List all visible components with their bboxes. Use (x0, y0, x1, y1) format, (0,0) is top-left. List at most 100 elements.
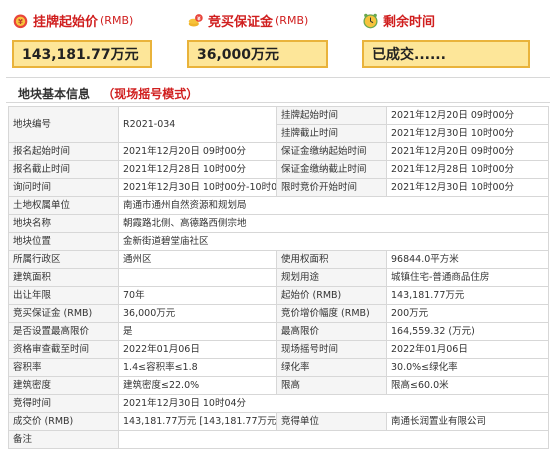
start-price-value-box: 143,181.77万元 (12, 40, 152, 68)
row-label: 竞买保证金 (RMB) (8, 304, 119, 323)
svg-text:¥: ¥ (197, 16, 201, 22)
row-label: 出让年限 (8, 286, 119, 305)
deposit-value: 36,000万元 (197, 47, 280, 63)
table-row: 建筑密度 建筑密度≤22.0% 限高 限高≤60.0米 (8, 376, 549, 395)
table-row: 资格审查截至时间 2022年01月06日 现场摇号时间 2022年01月06日 (8, 340, 549, 359)
row-value: 200万元 (386, 304, 549, 323)
price-header: ¥ 挂牌起始价 (RMB) 143,181.77万元 ¥ 竞买保证金 (RMB)… (0, 0, 556, 80)
row-label: 询问时间 (8, 178, 119, 197)
table-row: 备注 (8, 430, 549, 449)
row-label: 报名起始时间 (8, 142, 119, 161)
row-label: 地块位置 (8, 232, 119, 251)
remaining-value-box: 已成交...... (362, 40, 530, 68)
row-value: 2022年01月06日 (386, 340, 549, 359)
row-label: 土地权属单位 (8, 196, 119, 215)
row-value: 2021年12月30日 10时00分 (386, 178, 549, 197)
parcel-info-table: 地块编号 R2021-034 挂牌起始时间 2021年12月20日 09时00分… (8, 106, 549, 449)
row-label: 限高 (276, 376, 387, 395)
row-value: 2021年12月20日 09时00分 (118, 142, 277, 161)
row-value: 2021年12月30日 10时04分 (118, 394, 549, 413)
row-label: 使用权面积 (276, 250, 387, 269)
section-mode: （现场摇号模式） (102, 87, 199, 101)
table-row: 竞买保证金 (RMB) 36,000万元 竞价增价幅度 (RMB) 200万元 (8, 304, 549, 323)
row-label: 绿化率 (276, 358, 387, 377)
table-row: 地块名称 朝霞路北侧、高德路西侧宗地 (8, 214, 549, 233)
row-label: 挂牌起始时间 (276, 106, 387, 125)
table-row: 所属行政区 通州区 使用权面积 96844.0平方米 (8, 250, 549, 269)
row-label: 现场摇号时间 (276, 340, 387, 359)
remaining-label: 剩余时间 (383, 14, 436, 30)
row-label: 成交价 (RMB) (8, 412, 119, 431)
row-value: 城镇住宅-普通商品住房 (386, 268, 549, 287)
table-row: 土地权属单位 南通市通州自然资源和规划局 (8, 196, 549, 215)
money-bag-icon: ¥ (13, 14, 28, 28)
row-value (118, 268, 277, 287)
table-row: 成交价 (RMB) 143,181.77万元 [143,181.77万元] 竞得… (8, 412, 549, 431)
row-label: 所属行政区 (8, 250, 119, 269)
svg-text:¥: ¥ (18, 17, 23, 25)
row-label: 是否设置最高限价 (8, 322, 119, 341)
row-value: 朝霞路北侧、高德路西侧宗地 (118, 214, 549, 233)
start-price-value: 143,181.77万元 (22, 47, 139, 63)
table-row: 地块编号 R2021-034 挂牌起始时间 2021年12月20日 09时00分 (8, 106, 549, 143)
row-label: 挂牌截止时间 (276, 124, 387, 143)
table-row: 竞得时间 2021年12月30日 10时04分 (8, 394, 549, 413)
row-value: 南通长润置业有限公司 (386, 412, 549, 431)
row-value: 是 (118, 322, 277, 341)
row-label: 报名截止时间 (8, 160, 119, 179)
table-row: 建筑面积 规划用途 城镇住宅-普通商品住房 (8, 268, 549, 287)
row-value (118, 430, 549, 449)
row-label: 限时竞价开始时间 (276, 178, 387, 197)
row-value: 2021年12月28日 10时00分 (118, 160, 277, 179)
row-label: 最高限价 (276, 322, 387, 341)
divider (6, 77, 550, 78)
row-label: 建筑密度 (8, 376, 119, 395)
row-value: 70年 (118, 286, 277, 305)
row-label: 备注 (8, 430, 119, 449)
row-value: 2021年12月30日 10时00分 (386, 124, 549, 143)
row-value: 金新街道碧堂庙社区 (118, 232, 549, 251)
coins-icon: ¥ (188, 13, 203, 26)
row-label: 竞价增价幅度 (RMB) (276, 304, 387, 323)
table-row: 容积率 1.4≤容积率≤1.8 绿化率 30.0%≤绿化率 (8, 358, 549, 377)
row-label: 地块编号 (8, 106, 119, 143)
row-label: 竞得时间 (8, 394, 119, 413)
row-value: 1.4≤容积率≤1.8 (118, 358, 277, 377)
row-label: 起始价 (RMB) (276, 286, 387, 305)
deposit-title: ¥ 竞买保证金 (RMB) (187, 10, 308, 30)
divider (6, 102, 550, 103)
row-value: 143,181.77万元 [143,181.77万元] (118, 412, 277, 431)
row-value: 限高≤60.0米 (386, 376, 549, 395)
table-row: 地块位置 金新街道碧堂庙社区 (8, 232, 549, 251)
row-value: 2021年12月20日 09时00分 (386, 142, 549, 161)
start-price-label: 挂牌起始价 (33, 14, 99, 30)
deposit-value-box: 36,000万元 (187, 40, 328, 68)
deposit-unit: (RMB) (275, 13, 309, 27)
table-row: 报名起始时间 2021年12月20日 09时00分 保证金缴纳起始时间 2021… (8, 142, 549, 161)
row-value: 建筑密度≤22.0% (118, 376, 277, 395)
table-row: 出让年限 70年 起始价 (RMB) 143,181.77万元 (8, 286, 549, 305)
section-title-text: 地块基本信息 (18, 87, 91, 101)
deposit-label: 竞买保证金 (208, 14, 274, 30)
row-value: 2021年12月20日 09时00分 (386, 106, 549, 125)
remaining-title: 剩余时间 (362, 10, 435, 30)
row-value: 96844.0平方米 (386, 250, 549, 269)
row-label: 地块名称 (8, 214, 119, 233)
row-value: 2022年01月06日 (118, 340, 277, 359)
row-label: 保证金缴纳起始时间 (276, 142, 387, 161)
row-value: 164,559.32 (万元) (386, 322, 549, 341)
row-value: 通州区 (118, 250, 277, 269)
row-value: 2021年12月30日 10时00分-10时00分 (118, 178, 277, 197)
row-value: 南通市通州自然资源和规划局 (118, 196, 549, 215)
remaining-value: 已成交...... (372, 47, 446, 63)
row-label: 规划用途 (276, 268, 387, 287)
row-label: 竞得单位 (276, 412, 387, 431)
row-value: 36,000万元 (118, 304, 277, 323)
row-value: 2021年12月28日 10时00分 (386, 160, 549, 179)
row-label: 资格审查截至时间 (8, 340, 119, 359)
row-label: 容积率 (8, 358, 119, 377)
row-label: 保证金缴纳截止时间 (276, 160, 387, 179)
table-row: 是否设置最高限价 是 最高限价 164,559.32 (万元) (8, 322, 549, 341)
start-price-title: ¥ 挂牌起始价 (RMB) (12, 10, 133, 30)
row-value: 143,181.77万元 (386, 286, 549, 305)
